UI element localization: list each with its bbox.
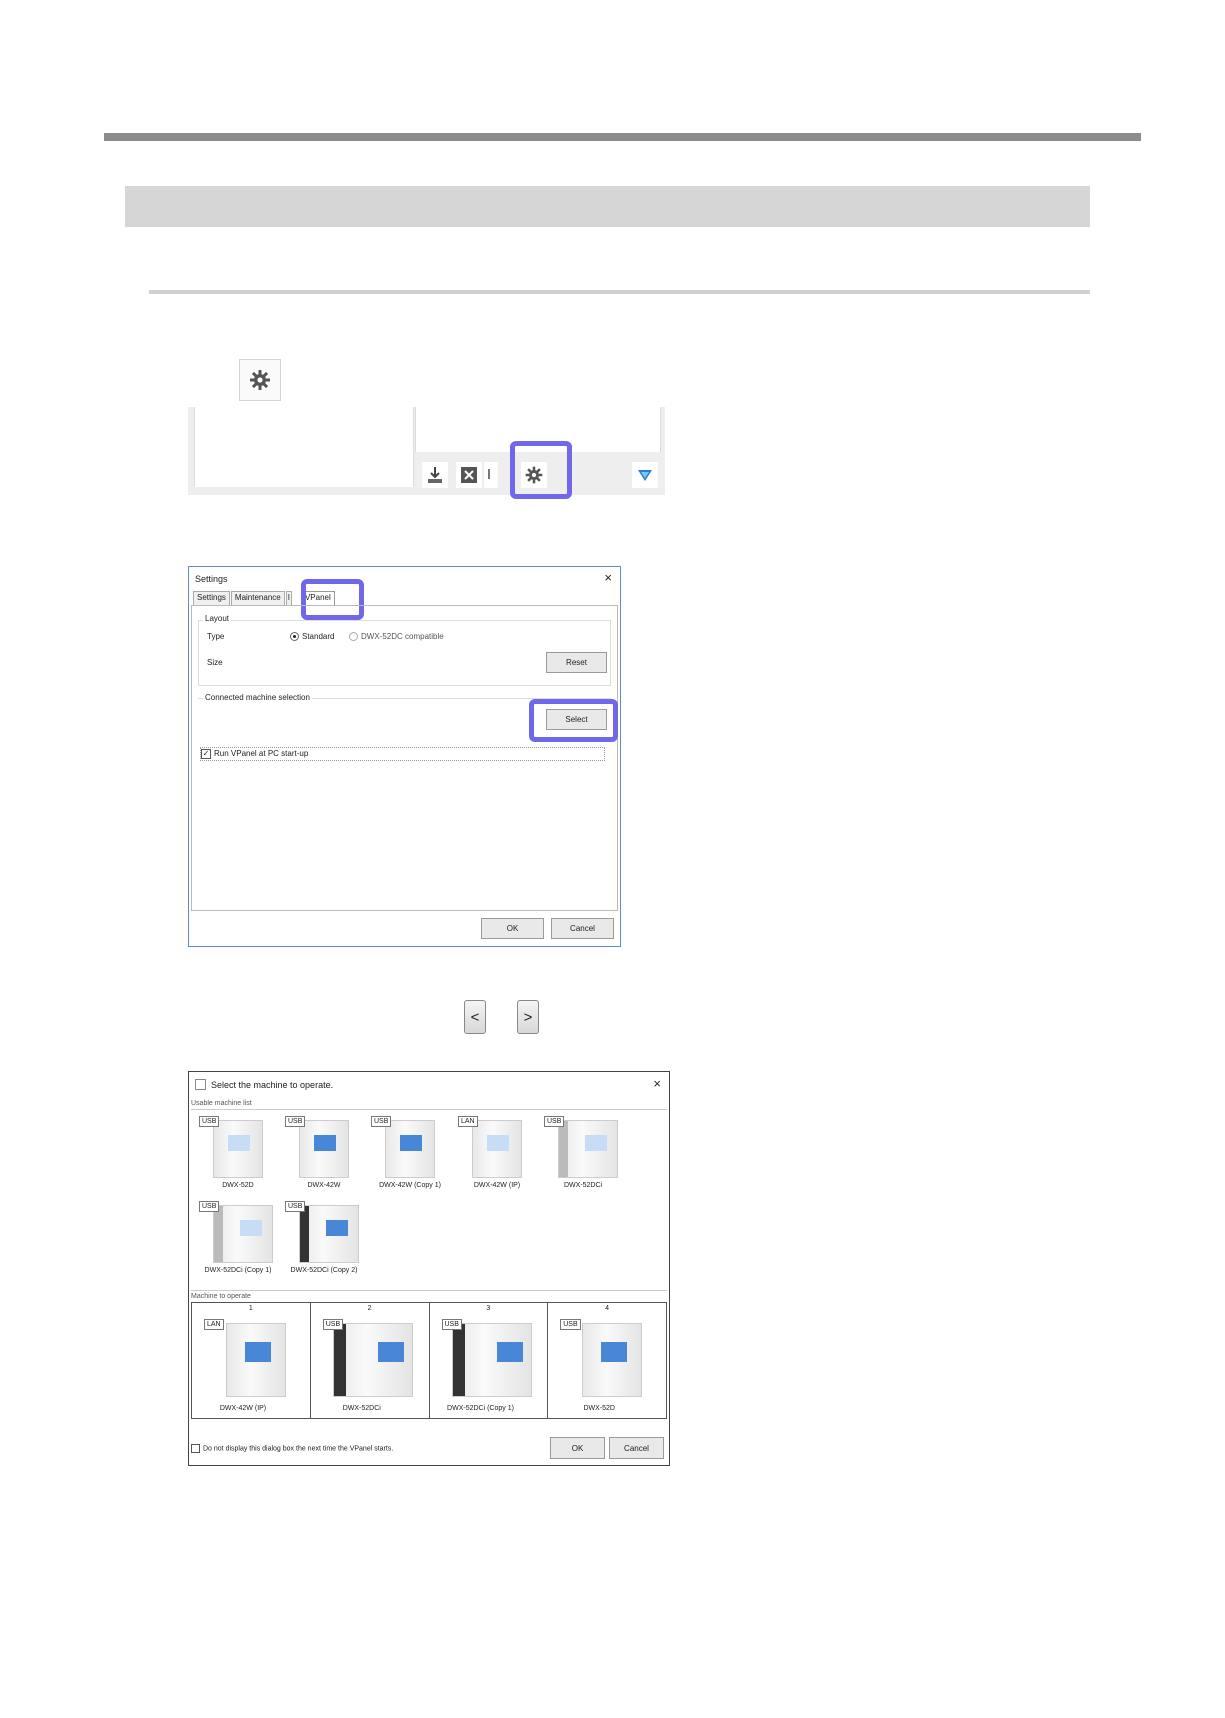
settings-dialog: Settings × Settings Maintenance I VPanel…	[188, 566, 621, 947]
layout-group-label: Layout	[203, 614, 232, 623]
ok-button[interactable]: OK	[481, 918, 544, 939]
run-at-startup-checkbox[interactable]: ✓ Run VPanel at PC start-up	[200, 747, 605, 761]
radio-dwx52dc-compatible[interactable]: DWX-52DC compatible	[349, 632, 444, 642]
dont-show-again-checkbox[interactable]: Do not display this dialog box the next …	[191, 1444, 393, 1453]
radio-dwx52dc-dot	[349, 632, 358, 642]
ok-button[interactable]: OK	[550, 1437, 605, 1459]
gear-icon	[250, 370, 270, 390]
dialog-title: Select the machine to operate.	[211, 1080, 334, 1090]
operate-slot-3[interactable]: 3 USB DWX-52DCi (Copy 1)	[430, 1303, 549, 1418]
machine-card[interactable]: USB DWX-52DCi (Copy 2)	[281, 1201, 361, 1279]
next-arrow-button[interactable]: >	[517, 1000, 539, 1034]
tab-settings[interactable]: Settings	[193, 591, 230, 605]
subsection-rule	[149, 290, 1090, 294]
size-label: Size	[207, 658, 223, 667]
partial-icon	[484, 462, 498, 488]
operate-slot-2[interactable]: 2 USB DWX-52DCi	[311, 1303, 430, 1418]
machine-card[interactable]: LAN DWX-42W (IP)	[454, 1116, 534, 1194]
cancel-button[interactable]: Cancel	[609, 1437, 664, 1459]
reset-button[interactable]: Reset	[546, 652, 607, 673]
download-icon[interactable]	[422, 462, 448, 488]
operate-slot-4[interactable]: 4 USB DWX-52D	[548, 1303, 666, 1418]
vpanel-logo-icon[interactable]	[632, 462, 658, 488]
operate-slot-1[interactable]: 1 LAN DWX-42W (IP)	[192, 1303, 311, 1418]
select-highlight	[529, 699, 618, 742]
connected-machine-group-label: Connected machine selection	[203, 693, 312, 702]
machine-to-operate-label: Machine to operate	[191, 1293, 251, 1300]
dialog-icon	[195, 1079, 206, 1090]
machine-to-operate-slots: 1 LAN DWX-42W (IP) 2 USB DWX-52DCi 3 USB…	[191, 1302, 667, 1419]
machine-card[interactable]: USB DWX-52D	[195, 1116, 275, 1194]
checkbox-checked-icon: ✓	[201, 749, 211, 759]
cancel-button[interactable]: Cancel	[551, 918, 614, 939]
gear-highlight	[510, 441, 572, 499]
dialog-title: Settings	[195, 574, 228, 584]
vpanel-toolbar-screenshot	[188, 407, 665, 499]
settings-gear-icon-inline	[239, 359, 281, 401]
select-machine-dialog: Select the machine to operate. × Usable …	[188, 1071, 670, 1466]
vpanel-settings-panel: Layout Type Standard DWX-52DC compatible…	[191, 605, 618, 911]
machine-card[interactable]: USB DWX-42W	[281, 1116, 361, 1194]
cancel-job-icon[interactable]	[456, 462, 482, 488]
toolbar-left-pane	[194, 407, 414, 487]
type-label: Type	[207, 632, 225, 641]
machine-card[interactable]: USB DWX-42W (Copy 1)	[367, 1116, 447, 1194]
machine-card[interactable]: USB DWX-52DCi	[540, 1116, 620, 1194]
section-heading-band	[125, 186, 1090, 227]
prev-arrow-button[interactable]: <	[464, 1000, 486, 1034]
usable-machine-list: USB DWX-52D USB DWX-42W USB DWX-42W (Cop…	[191, 1109, 667, 1291]
tab-hidden[interactable]: I	[285, 591, 292, 605]
close-icon[interactable]: ×	[653, 1076, 661, 1091]
machine-card[interactable]: USB DWX-52DCi (Copy 1)	[195, 1201, 275, 1279]
top-rule	[104, 133, 1141, 141]
tab-maintenance[interactable]: Maintenance	[230, 591, 285, 605]
usable-machine-list-label: Usable machine list	[191, 1100, 252, 1107]
radio-standard[interactable]: Standard	[290, 632, 334, 642]
close-icon[interactable]: ×	[604, 570, 612, 585]
checkbox-unchecked-icon	[191, 1444, 200, 1453]
radio-standard-dot	[290, 632, 299, 642]
